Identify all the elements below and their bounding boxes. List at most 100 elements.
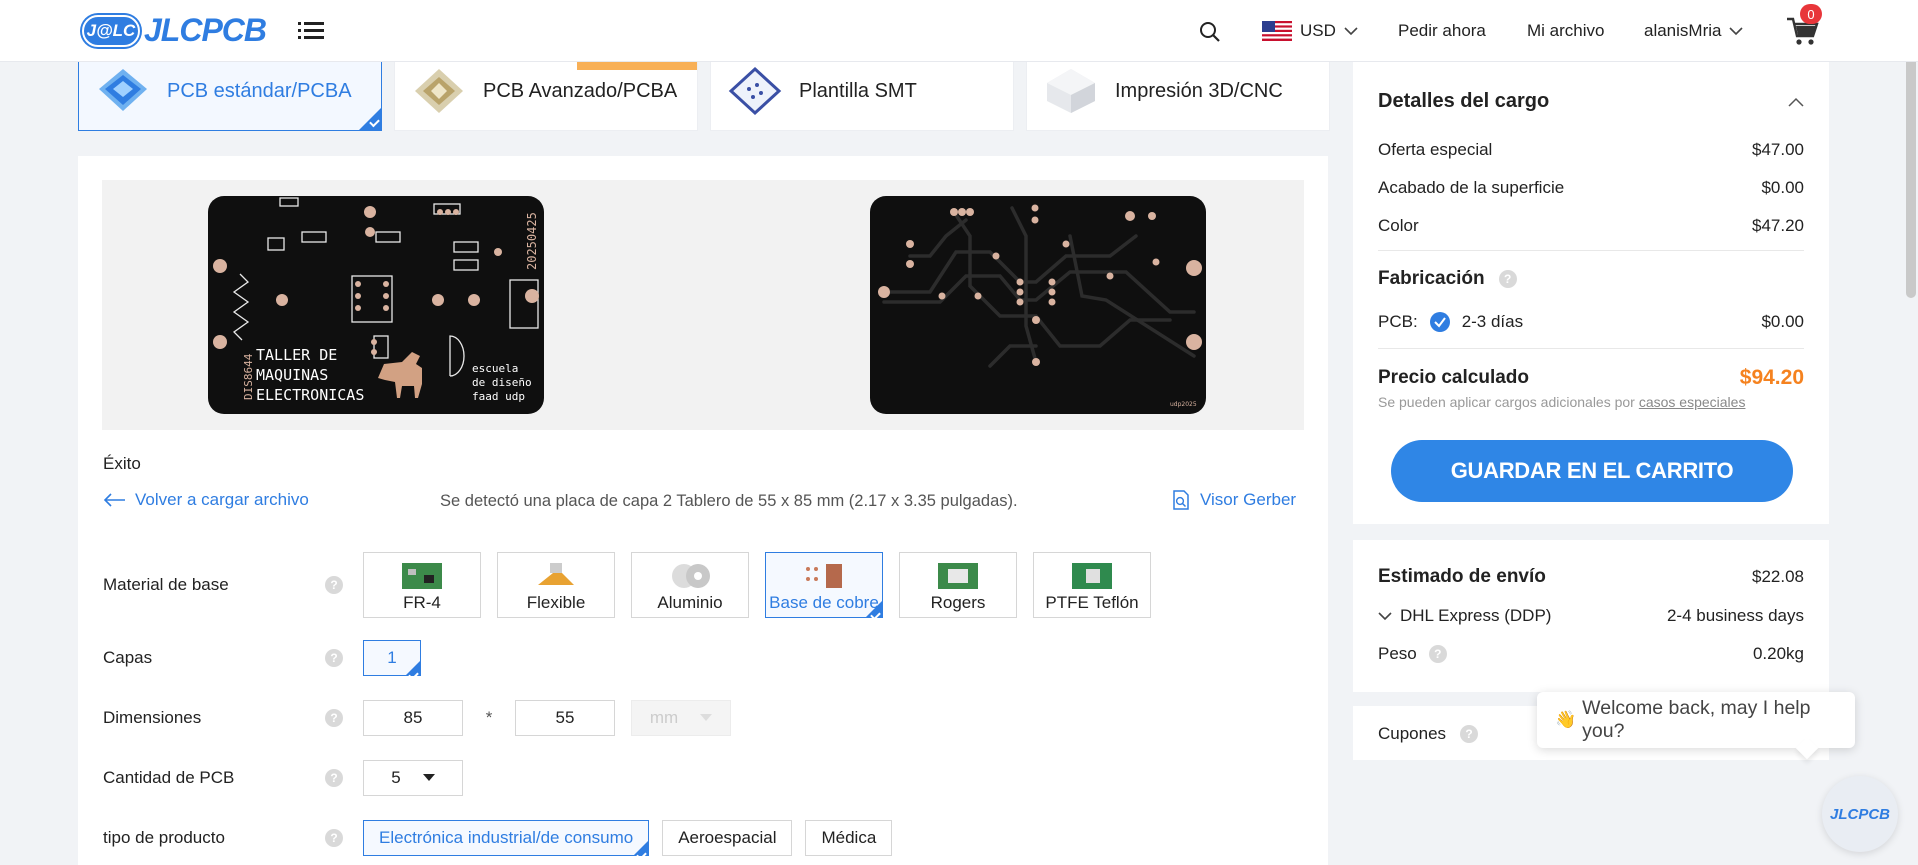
material-name: Rogers [930, 593, 986, 612]
chat-launcher-button[interactable]: JLCPCB [1822, 776, 1898, 852]
layers-value: 1 [387, 648, 397, 667]
shipping-panel: Estimado de envío $22.08 DHL Express (DD… [1353, 540, 1829, 692]
page-scrollbar[interactable] [1906, 40, 1916, 298]
smt-stencil-icon [728, 66, 782, 116]
product-type-medical[interactable]: Médica [805, 820, 893, 856]
material-base-cobre[interactable]: Base de cobre [765, 552, 883, 618]
board-title-line-1: TALLER DE [256, 346, 337, 364]
material-ptfe[interactable]: PTFE Teflón [1033, 552, 1151, 618]
wave-icon: 👋 [1555, 710, 1577, 729]
nav-mi-archivo[interactable]: Mi archivo [1527, 0, 1604, 62]
fabrication-time: 2-3 días [1461, 312, 1524, 331]
help-icon[interactable]: ? [1428, 645, 1447, 663]
nav-pedir-ahora[interactable]: Pedir ahora [1398, 0, 1486, 62]
fabrication-info: PCB: 2-3 días [1378, 312, 1523, 332]
help-icon[interactable]: ? [325, 829, 343, 847]
pcb-front-art: TALLER DE MAQUINAS ELECTRONICAS escuela … [213, 197, 539, 404]
fabrication-header: Fabricación ? [1378, 268, 1804, 290]
unit-value: mm [649, 708, 679, 727]
quantity-label: Cantidad de PCB [103, 768, 235, 787]
currency-selector[interactable]: USD [1262, 0, 1358, 62]
total-line: Precio calculado $94.20 [1378, 366, 1804, 390]
product-type-row: tipo de producto ? Electrónica industria… [103, 820, 893, 856]
special-cases-link[interactable]: casos especiales [1639, 394, 1746, 410]
chat-popup[interactable]: 👋 Welcome back, may I help you? [1537, 692, 1855, 748]
fabrication-line: PCB: 2-3 días $0.00 [1378, 312, 1804, 332]
layers-option-1[interactable]: 1 [363, 640, 421, 676]
save-to-cart-button[interactable]: GUARDAR EN EL CARRITO [1391, 440, 1793, 502]
dimension-separator: * [485, 708, 493, 727]
chevron-up-icon [1788, 97, 1804, 107]
shipping-days: 2-4 business days [1666, 606, 1804, 625]
board-date: 20250425 [525, 212, 539, 270]
help-icon[interactable]: ? [325, 769, 343, 787]
quantity-value: 5 [391, 768, 401, 787]
material-flexible[interactable]: Flexible [497, 552, 615, 618]
length-value: 85 [403, 708, 423, 727]
charge-line: Acabado de la superficie $0.00 [1378, 178, 1804, 198]
username: alanisMria [1644, 21, 1722, 40]
charge-value: $47.20 [1752, 216, 1804, 235]
gerber-viewer-link[interactable]: Visor Gerber [1172, 490, 1296, 510]
material-aluminio[interactable]: Aluminio [631, 552, 749, 618]
dimensions-row: Dimensiones ? 85 * 55 mm [103, 700, 731, 736]
pcb-front-render[interactable]: TALLER DE MAQUINAS ELECTRONICAS escuela … [208, 196, 544, 414]
charge-value: $47.00 [1752, 140, 1804, 159]
reupload-link[interactable]: Volver a cargar archivo [103, 490, 309, 510]
user-menu[interactable]: alanisMria [1644, 0, 1744, 62]
shipping-title: Estimado de envío [1378, 566, 1546, 587]
rogers-board-icon [938, 563, 978, 589]
layers-label: Capas [103, 648, 153, 667]
shipping-method-row[interactable]: DHL Express (DDP) 2-4 business days [1378, 606, 1804, 626]
pcb-standard-icon [99, 69, 147, 111]
tab-impresion-3d[interactable]: Impresión 3D/CNC [1026, 52, 1330, 131]
product-type-consumer[interactable]: Electrónica industrial/de consumo [363, 820, 650, 856]
help-icon[interactable]: ? [1498, 270, 1517, 288]
chevron-down-icon [1344, 27, 1358, 36]
us-flag-icon [1262, 21, 1292, 41]
jlcpcb-logo[interactable]: J@LC JLCPCB [82, 12, 267, 49]
material-fr4[interactable]: FR-4 [363, 552, 481, 618]
material-name: Base de cobre [769, 593, 879, 612]
total-value: $94.20 [1739, 366, 1804, 389]
material-name: PTFE Teflón [1045, 593, 1139, 612]
tab-pcb-avanzado[interactable]: PCB Avanzado/PCBA [394, 52, 698, 131]
note-text: Se pueden aplicar cargos adicionales por [1378, 394, 1635, 410]
material-rogers[interactable]: Rogers [899, 552, 1017, 618]
search-icon[interactable] [1198, 20, 1222, 44]
additional-charges-note: Se pueden aplicar cargos adicionales por… [1378, 394, 1804, 410]
help-icon[interactable]: ? [325, 709, 343, 727]
check-circle-icon[interactable] [1429, 312, 1450, 332]
charges-header[interactable]: Detalles del cargo [1378, 90, 1804, 113]
reupload-label: Volver a cargar archivo [135, 490, 309, 509]
copper-board-icon [806, 564, 842, 588]
help-icon[interactable]: ? [1460, 725, 1479, 743]
upload-status: Éxito [103, 454, 141, 473]
help-icon[interactable]: ? [325, 649, 343, 667]
pcb-advanced-icon [415, 69, 463, 113]
3d-print-icon [1047, 69, 1095, 113]
length-input[interactable]: 85 [363, 700, 463, 736]
quantity-select[interactable]: 5 [363, 760, 463, 796]
tab-pcb-estandar[interactable]: PCB estándar/PCBA [78, 52, 382, 131]
layers-row: Capas ? 1 [103, 640, 421, 676]
width-input[interactable]: 55 [515, 700, 615, 736]
pcb-back-render[interactable]: udp2025 [870, 196, 1206, 414]
help-icon[interactable]: ? [325, 576, 343, 594]
product-type-name: Aeroespacial [678, 828, 777, 847]
menu-icon[interactable] [298, 18, 324, 42]
selected-check-icon [866, 601, 882, 617]
dimensions-label: Dimensiones [103, 708, 202, 727]
ptfe-board-icon [1072, 563, 1112, 589]
unit-select[interactable]: mm [631, 700, 731, 736]
total-label: Precio calculado [1378, 367, 1530, 388]
selected-check-icon [359, 108, 381, 130]
charge-value: $0.00 [1761, 178, 1804, 197]
charge-label: Color [1378, 216, 1419, 235]
caret-down-icon [422, 774, 435, 781]
product-type-aerospace[interactable]: Aeroespacial [662, 820, 793, 856]
caret-down-icon [700, 714, 713, 721]
tab-plantilla-smt[interactable]: Plantilla SMT [710, 52, 1014, 131]
chevron-down-icon [1378, 612, 1392, 621]
material-name: FR-4 [403, 593, 441, 612]
